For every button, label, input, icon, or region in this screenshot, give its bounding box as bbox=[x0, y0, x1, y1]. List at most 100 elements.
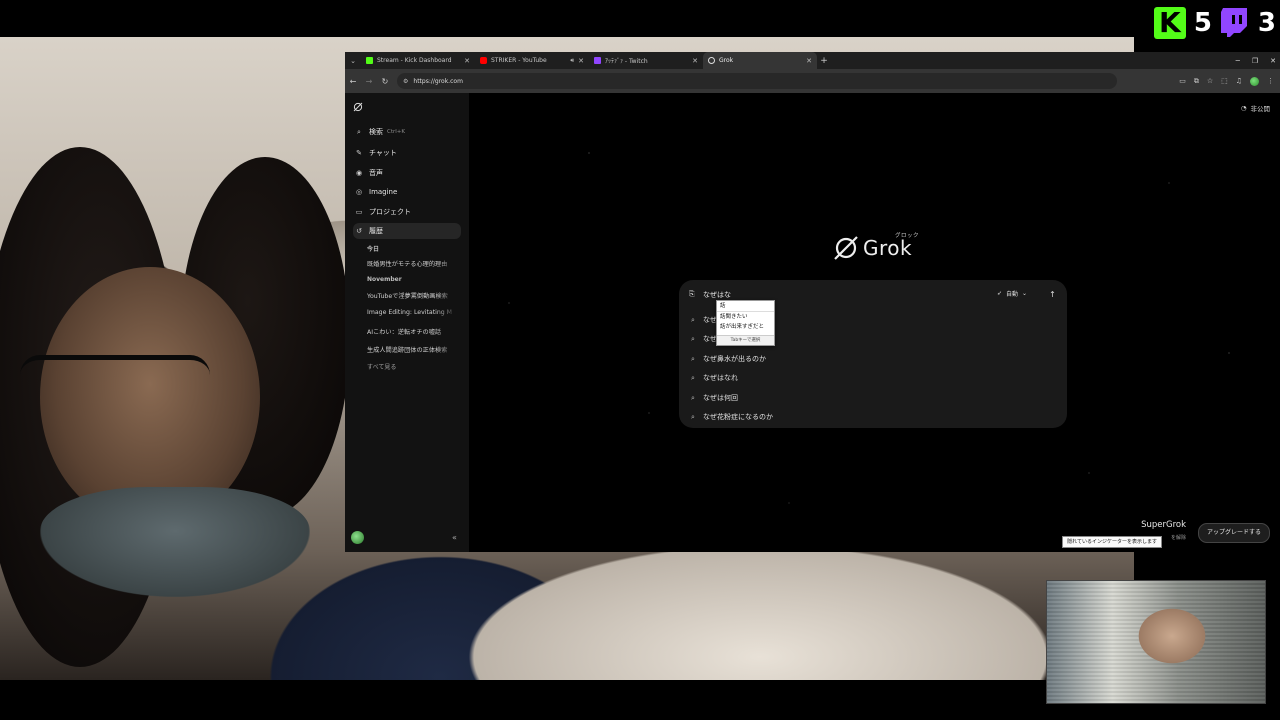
bookmark-star-icon[interactable]: ☆ bbox=[1207, 77, 1213, 85]
suggestion-item[interactable]: ⌕ なぜ花粉症になるのか bbox=[689, 409, 1049, 425]
forward-arrow-icon[interactable]: → bbox=[361, 77, 377, 86]
new-tab-button[interactable]: + bbox=[817, 56, 831, 66]
tab-strip: ⌄ Stream - Kick Dashboard ✕ STRIKER - Yo… bbox=[345, 52, 1280, 69]
sidebar-item-projects[interactable]: ▭ プロジェクト bbox=[353, 204, 461, 220]
sidebar-item-search[interactable]: ⌕ 検索 Ctrl+K bbox=[353, 124, 461, 140]
chevron-down-icon: ⌄ bbox=[1022, 290, 1028, 297]
arrow-up-icon: ↑ bbox=[1049, 290, 1056, 299]
history-item[interactable]: Image Editing: Levitating M bbox=[367, 309, 459, 316]
upgrade-button[interactable]: アップグレードする bbox=[1197, 523, 1270, 543]
suggestion-item[interactable]: ⌕ なぜはなれ bbox=[689, 370, 1049, 386]
supergrok-subtitle: を解除 bbox=[1170, 535, 1186, 541]
grok-favicon-icon bbox=[708, 57, 715, 64]
history-icon: ↺ bbox=[356, 227, 362, 235]
profile-avatar[interactable] bbox=[1250, 76, 1259, 86]
suggestion-item[interactable]: ⌕ なぜは何回 bbox=[689, 390, 1049, 406]
history-item[interactable]: YouTubeで淫夢罵倒動画検索 bbox=[367, 291, 459, 300]
private-label: 非公開 bbox=[1250, 105, 1271, 113]
tab-title: ｱｯﾃｧﾞｧ - Twitch bbox=[605, 58, 648, 65]
close-icon[interactable]: ✕ bbox=[806, 57, 812, 65]
tab-title: Grok bbox=[719, 57, 734, 64]
search-icon: ⌕ bbox=[691, 393, 695, 402]
suggestion-text: なぜはなれ bbox=[703, 374, 738, 382]
attach-icon[interactable]: ⎘ bbox=[689, 290, 695, 299]
stream-top-bar bbox=[0, 0, 1280, 37]
send-button[interactable]: ↑ bbox=[1046, 288, 1059, 301]
kick-logo-icon: K bbox=[1153, 7, 1186, 39]
suggestion-text: なぜ鼻水が出るのか bbox=[703, 355, 766, 363]
ime-candidate[interactable]: 話 bbox=[717, 301, 774, 312]
logo-kana: グロック bbox=[895, 233, 920, 239]
suggestion-item[interactable]: ⌕ なぜ鼻水が出るのか bbox=[689, 351, 1049, 367]
toolbar-actions: ▭ ⧉ ☆ ⬚ ♫ ⋮ bbox=[1179, 69, 1274, 93]
twitch-logo-icon bbox=[1220, 7, 1250, 39]
tab-search-icon[interactable]: ⌄ bbox=[345, 52, 361, 69]
search-icon: ⌕ bbox=[691, 354, 695, 363]
kick-favicon-icon bbox=[366, 57, 373, 64]
history-item[interactable]: 生成人間追跡団体の正体検索 bbox=[367, 345, 459, 354]
twitch-favicon-icon bbox=[594, 57, 601, 64]
logo-wordmark: Grok bbox=[863, 236, 913, 260]
close-window-icon[interactable]: ✕ bbox=[1270, 57, 1276, 65]
grok-logo-icon[interactable] bbox=[353, 102, 363, 112]
kick-viewer-count: 5 bbox=[1193, 8, 1212, 38]
translate-icon[interactable]: ⧉ bbox=[1194, 77, 1199, 86]
ime-candidate-window: 話 話聞きたい 話が出来すぎだと Tabキーで選択 bbox=[716, 300, 775, 346]
ime-candidate[interactable]: 話聞きたい bbox=[717, 312, 774, 322]
sidebar-item-label: プロジェクト bbox=[369, 208, 411, 216]
tab-twitch[interactable]: ｱｯﾃｧﾞｧ - Twitch ✕ bbox=[589, 52, 703, 69]
mode-select[interactable]: ➶ 自動 ⌄ bbox=[997, 289, 1027, 298]
cast-icon[interactable]: ▭ bbox=[1179, 77, 1186, 85]
tab-title: Stream - Kick Dashboard bbox=[377, 57, 452, 64]
viewer-counters: K 5 3 bbox=[1153, 0, 1280, 46]
site-info-icon[interactable]: ⚙ bbox=[403, 78, 408, 85]
folder-icon: ▭ bbox=[355, 208, 363, 216]
address-bar[interactable]: ⚙ https://grok.com bbox=[397, 73, 1117, 89]
window-controls: ─ ❐ ✕ bbox=[1236, 52, 1276, 69]
grok-mark-icon bbox=[834, 236, 858, 260]
history-item[interactable]: 既婚男性がモテる心理的理由 bbox=[367, 259, 459, 268]
search-icon: ⌕ bbox=[357, 127, 361, 136]
collapse-sidebar-icon[interactable]: « bbox=[452, 533, 457, 542]
sidebar-item-imagine[interactable]: ◎ Imagine bbox=[353, 184, 461, 200]
sidebar-item-voice[interactable]: ◉ 音声 bbox=[353, 165, 461, 181]
logo-text: Grok グロック bbox=[863, 233, 919, 260]
user-avatar[interactable] bbox=[351, 531, 364, 544]
sidebar-item-label: 履歴 bbox=[369, 227, 383, 235]
ime-candidate[interactable]: 話が出来すぎだと bbox=[717, 322, 774, 332]
see-all-history-link[interactable]: すべて見る bbox=[367, 362, 396, 371]
grok-page: ⌕ 検索 Ctrl+K ✎ チャット ◉ 音声 ◎ Imagine ▭ プロジェ… bbox=[345, 93, 1280, 552]
main-content: ◔ 非公開 Grok グロック ⎘ ➶ bbox=[469, 93, 1280, 552]
shortcut-hint: Ctrl+K bbox=[387, 129, 406, 135]
history-group-november: November bbox=[367, 276, 402, 283]
supergrok-title: SuperGrok bbox=[1141, 520, 1186, 530]
suggestion-text: なぜは何回 bbox=[703, 394, 738, 402]
back-arrow-icon[interactable]: ← bbox=[345, 77, 361, 86]
grok-logo: Grok グロック bbox=[833, 233, 919, 261]
sidebar-item-chat[interactable]: ✎ チャット bbox=[353, 145, 461, 161]
close-icon[interactable]: ✕ bbox=[578, 57, 584, 65]
sidebar-item-history[interactable]: ↺ 履歴 bbox=[353, 223, 461, 239]
suggestion-text: なぜ bbox=[703, 335, 717, 343]
history-item[interactable]: AIこわい：逆転オチの嘘話 bbox=[367, 327, 459, 336]
tab-youtube[interactable]: STRIKER - YouTube 🔊︎ ✕ bbox=[475, 52, 589, 69]
browser-toolbar: ← → ↻ ⚙ https://grok.com ▭ ⧉ ☆ ⬚ ♫ ⋮ bbox=[345, 69, 1280, 93]
close-icon[interactable]: ✕ bbox=[464, 57, 470, 65]
search-icon: ⌕ bbox=[691, 412, 695, 421]
close-icon[interactable]: ✕ bbox=[692, 57, 698, 65]
tooltip: 隠れているインジケーターを表示します bbox=[1062, 536, 1162, 548]
search-icon: ⌕ bbox=[691, 334, 695, 343]
speaker-icon[interactable]: 🔊︎ bbox=[570, 57, 574, 65]
menu-icon[interactable]: ⋮ bbox=[1267, 77, 1274, 85]
tab-grok[interactable]: Grok ✕ bbox=[703, 52, 817, 69]
tab-title: STRIKER - YouTube bbox=[491, 57, 547, 64]
media-icon[interactable]: ♫ bbox=[1236, 77, 1242, 85]
private-mode-button[interactable]: ◔ 非公開 bbox=[1241, 103, 1270, 113]
sidebar-item-label: チャット bbox=[369, 149, 397, 157]
extensions-icon[interactable]: ⬚ bbox=[1221, 77, 1228, 85]
restore-icon[interactable]: ❐ bbox=[1252, 57, 1258, 65]
twitch-viewer-count: 3 bbox=[1257, 8, 1276, 38]
tab-kick-dashboard[interactable]: Stream - Kick Dashboard ✕ bbox=[361, 52, 475, 69]
minimize-icon[interactable]: ─ bbox=[1236, 57, 1240, 65]
reload-icon[interactable]: ↻ bbox=[377, 77, 393, 86]
